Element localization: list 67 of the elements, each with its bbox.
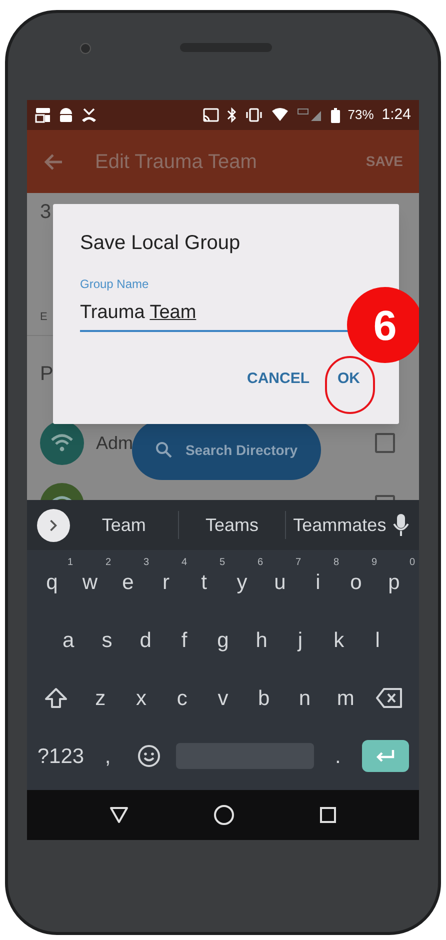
key-hint: 9 — [371, 558, 377, 568]
key-hint: 5 — [219, 558, 225, 568]
key-hint: 6 — [257, 558, 263, 568]
letter-key[interactable]: l — [362, 620, 393, 660]
key-hint: 1 — [67, 558, 73, 568]
back-triangle-icon[interactable] — [109, 806, 129, 824]
member-name: Adm — [96, 432, 134, 454]
letter-key[interactable]: ?123 — [37, 736, 84, 776]
word-suggestion[interactable]: Teammates — [286, 512, 394, 538]
backspace-icon — [375, 687, 404, 709]
letter-key[interactable]: j — [285, 620, 316, 660]
battery-percent: 73% — [348, 106, 374, 124]
dialog-title: Save Local Group — [80, 231, 242, 256]
word-suggestion[interactable]: Team — [70, 512, 178, 538]
key-hint: 4 — [181, 558, 187, 568]
app-notification-icon — [35, 107, 51, 123]
vibrate-icon — [244, 108, 263, 122]
letter-key[interactable]: c — [167, 678, 198, 718]
section-heading: P — [40, 363, 54, 386]
signal-icon — [296, 108, 323, 122]
key-hint: 2 — [105, 558, 111, 568]
wifi-icon — [270, 108, 289, 122]
letter-key[interactable]: x — [126, 678, 156, 718]
letter-key[interactable]: b — [248, 678, 279, 718]
smiley-icon — [137, 744, 162, 768]
word-suggestion[interactable]: Teams — [178, 512, 286, 538]
letter-key[interactable]: k — [324, 620, 354, 660]
bluetooth-icon — [226, 107, 237, 123]
enter-key[interactable] — [362, 740, 409, 772]
letter-key[interactable]: . — [322, 736, 353, 776]
letter-key[interactable]: z — [85, 678, 116, 718]
letter-key[interactable]: f — [169, 620, 200, 660]
letter-key[interactable]: v — [208, 678, 238, 718]
letter-key[interactable]: g — [208, 620, 238, 660]
key-hint: 8 — [333, 558, 339, 568]
recents-square-icon[interactable] — [319, 806, 337, 824]
battery-icon — [330, 108, 340, 122]
dialog-action[interactable]: CANCEL — [247, 368, 310, 390]
screen-title: Edit Trauma Team — [95, 150, 258, 174]
search-icon — [155, 441, 174, 459]
letter-key[interactable]: d — [130, 620, 161, 660]
camera-icon — [80, 43, 91, 54]
key-hint: 0 — [409, 558, 415, 568]
key-hint: 3 — [143, 558, 149, 568]
microphone-icon[interactable] — [393, 513, 410, 537]
count-text: 3 — [40, 200, 52, 225]
letter-key[interactable]: , — [92, 736, 123, 776]
expand-button[interactable] — [37, 508, 70, 542]
cast-icon — [202, 108, 219, 122]
label-text: E — [40, 311, 48, 324]
letter-key[interactable]: m — [330, 678, 361, 718]
member-checkbox[interactable] — [375, 433, 395, 453]
dialog-action[interactable]: OK — [338, 368, 360, 390]
android-icon — [59, 107, 73, 123]
clock-time: 1:24 — [382, 104, 411, 125]
home-circle-icon[interactable] — [213, 804, 235, 826]
wifi-icon — [50, 433, 74, 453]
missed-call-icon — [81, 107, 97, 123]
letter-key[interactable]: s — [92, 620, 122, 660]
enter-arrow-icon — [374, 749, 396, 763]
field-label: Group Name — [80, 276, 150, 293]
letter-key[interactable]: h — [246, 620, 277, 660]
chevron-right-icon — [50, 520, 57, 530]
letter-key[interactable]: a — [53, 620, 84, 660]
shift-arrow-icon — [44, 687, 68, 709]
key-hint: 7 — [295, 558, 301, 568]
letter-key[interactable]: n — [290, 678, 320, 718]
